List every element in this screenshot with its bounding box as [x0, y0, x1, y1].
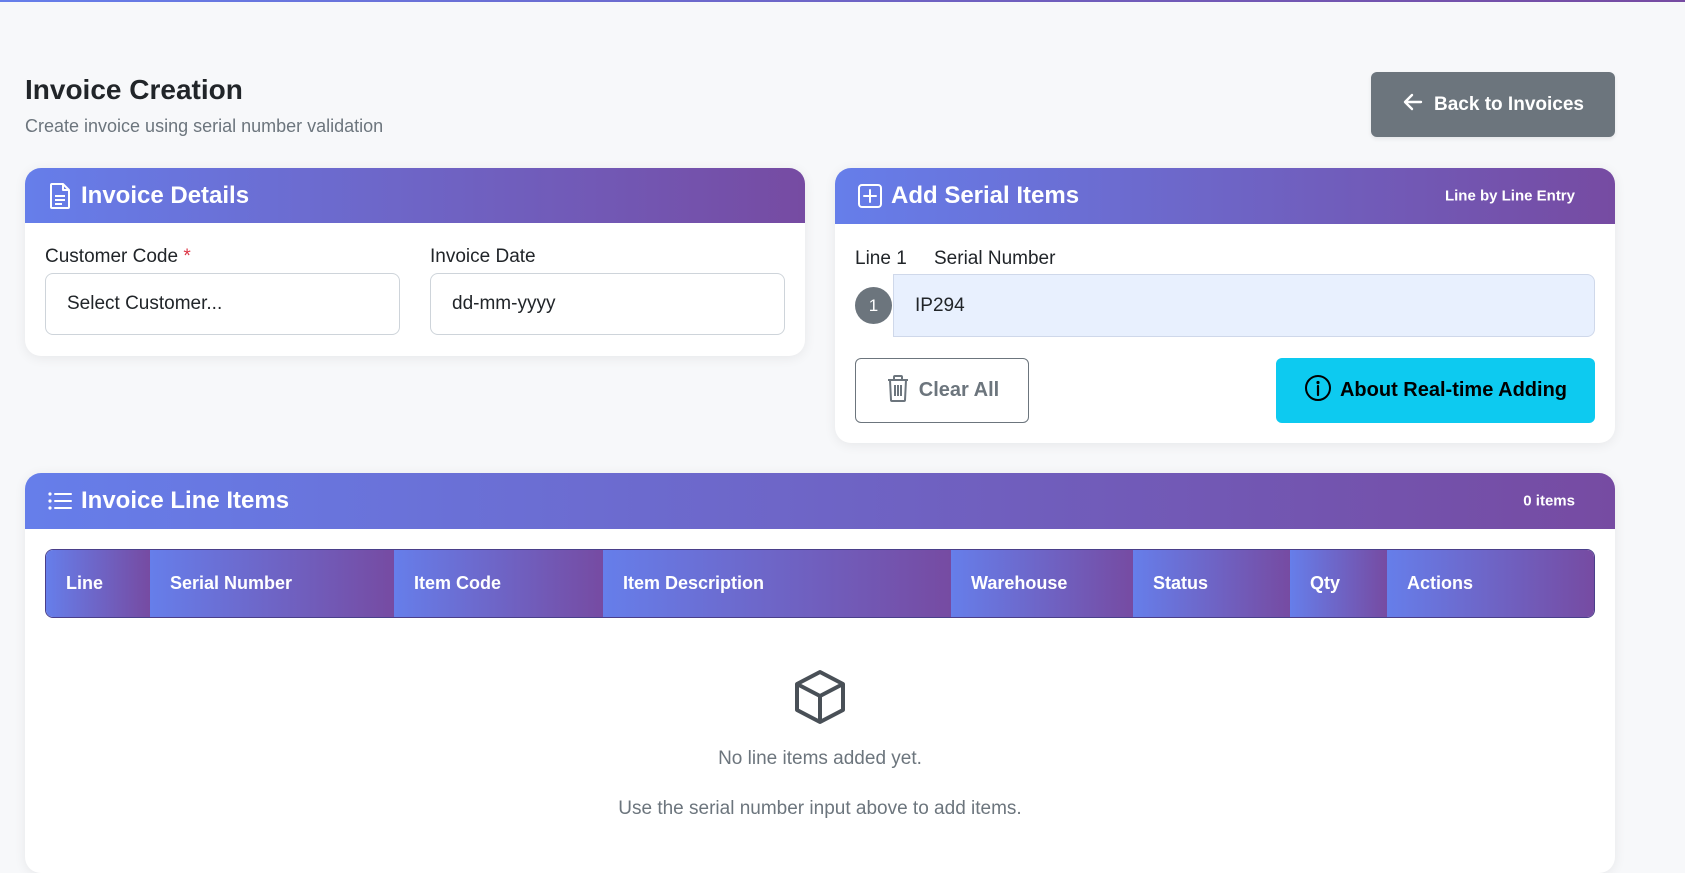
serial-number-label: Serial Number — [934, 248, 1056, 269]
empty-state-hint: Use the serial number input above to add… — [618, 798, 1022, 819]
about-realtime-adding-label: About Real-time Adding — [1339, 379, 1568, 401]
line-label: Line 1 — [855, 248, 907, 269]
invoice-line-items-title: Invoice Line Items — [81, 487, 290, 514]
line-items-table-header: Line Serial Number Item Code Item Descri… — [45, 549, 1595, 618]
customer-select[interactable]: Select Customer... — [45, 273, 400, 335]
column-header-actions: Actions — [1387, 550, 1594, 617]
invoice-line-items-card: Invoice Line Items 0 items Line Serial N… — [25, 473, 1615, 873]
invoice-details-card: Invoice Details Customer Code * Select C… — [25, 168, 805, 356]
column-header-item-code: Item Code — [394, 550, 603, 617]
items-count-badge: 0 items — [1523, 492, 1575, 510]
back-to-invoices-button[interactable]: Back to Invoices — [1371, 72, 1615, 137]
empty-state-title: No line items added yet. — [718, 748, 922, 769]
page-subtitle: Create invoice using serial number valid… — [25, 116, 384, 136]
add-serial-items-header: Add Serial Items Line by Line Entry — [835, 168, 1615, 224]
back-button-label: Back to Invoices — [1434, 93, 1584, 115]
customer-code-label: Customer Code * — [45, 246, 191, 268]
column-header-item-description: Item Description — [603, 550, 951, 617]
box-icon — [792, 668, 848, 732]
clear-all-label: Clear All — [918, 379, 1000, 401]
info-circle-icon — [1304, 374, 1332, 408]
clear-all-button[interactable]: Clear All — [855, 358, 1029, 423]
document-icon — [47, 182, 73, 210]
top-accent-bar — [0, 0, 1685, 2]
column-header-warehouse: Warehouse — [951, 550, 1133, 617]
serial-number-input[interactable]: IP294 — [893, 274, 1595, 337]
invoice-details-header: Invoice Details — [25, 168, 805, 223]
empty-state: No line items added yet. Use the serial … — [25, 668, 1615, 848]
column-header-status: Status — [1133, 550, 1290, 617]
about-realtime-adding-button[interactable]: About Real-time Adding — [1276, 358, 1595, 423]
add-serial-items-title: Add Serial Items — [891, 182, 1080, 209]
column-header-qty: Qty — [1290, 550, 1387, 617]
customer-code-label-text: Customer Code — [45, 246, 179, 267]
column-header-line: Line — [46, 550, 150, 617]
invoice-date-input[interactable]: dd-mm-yyyy — [430, 273, 785, 335]
page-title: Invoice Creation — [25, 74, 243, 105]
invoice-line-items-header: Invoice Line Items 0 items — [25, 473, 1615, 529]
add-serial-items-card: Add Serial Items Line by Line Entry Line… — [835, 168, 1615, 443]
page-header: Invoice Creation Create invoice using se… — [25, 74, 383, 137]
line-entry-badge: Line by Line Entry — [1444, 187, 1575, 205]
arrow-left-icon — [1402, 91, 1424, 119]
invoice-details-title: Invoice Details — [81, 181, 250, 209]
list-icon — [47, 490, 73, 512]
line-number-badge: 1 — [855, 287, 892, 324]
column-header-serial-number: Serial Number — [150, 550, 394, 617]
trash-icon — [885, 373, 911, 409]
required-marker: * — [183, 246, 191, 267]
invoice-date-label: Invoice Date — [430, 246, 536, 267]
plus-square-icon — [857, 183, 883, 209]
